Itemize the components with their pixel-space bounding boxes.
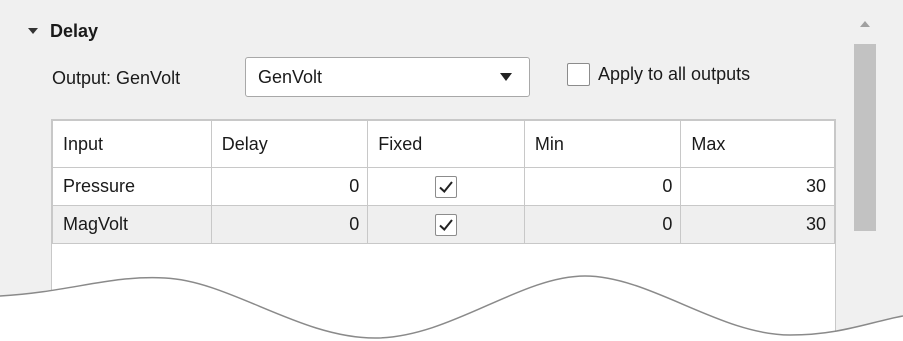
fixed-checkbox[interactable] [435, 175, 458, 198]
delay-panel: Delay Output: GenVolt GenVolt Apply to a… [0, 0, 903, 341]
max-cell[interactable]: 30 [680, 167, 835, 206]
checkmark-icon [439, 218, 453, 231]
column-header-delay[interactable]: Delay [210, 120, 369, 168]
output-label: Output: GenVolt [52, 67, 181, 88]
column-header-min[interactable]: Min [523, 120, 682, 168]
delay-section-header[interactable]: Delay [28, 19, 98, 43]
triangle-down-icon[interactable] [28, 28, 38, 34]
max-cell[interactable]: 30 [680, 205, 835, 244]
min-cell[interactable]: 0 [523, 205, 682, 244]
scroll-up-arrow-icon[interactable] [860, 21, 870, 27]
column-header-input[interactable]: Input [52, 120, 212, 168]
apply-to-all-label: Apply to all outputs [598, 64, 751, 84]
input-cell[interactable]: Pressure [52, 167, 212, 206]
apply-to-all-outputs-checkbox[interactable]: Apply to all outputs [567, 63, 750, 86]
scroll-thumb[interactable] [854, 44, 876, 231]
min-cell[interactable]: 0 [523, 167, 682, 206]
table-header-row: Input Delay Fixed Min Max [52, 120, 835, 168]
output-dropdown[interactable]: GenVolt [245, 57, 530, 97]
table-row: Pressure 0 0 30 [52, 167, 835, 206]
output-row: Output: GenVolt [52, 58, 180, 98]
fixed-cell[interactable] [367, 205, 525, 244]
checkbox-icon[interactable] [567, 63, 590, 86]
dropdown-arrow-icon [500, 73, 512, 81]
section-title: Delay [50, 20, 99, 41]
torn-edge-divider [0, 275, 903, 341]
fixed-checkbox[interactable] [435, 213, 458, 236]
delay-cell[interactable]: 0 [210, 167, 369, 206]
fixed-cell[interactable] [367, 167, 525, 206]
table-row: MagVolt 0 0 30 [52, 205, 835, 244]
input-cell[interactable]: MagVolt [52, 205, 212, 244]
checkmark-icon [439, 180, 453, 193]
dropdown-value: GenVolt [258, 66, 323, 87]
delay-cell[interactable]: 0 [210, 205, 369, 244]
column-header-max[interactable]: Max [680, 120, 835, 168]
column-header-fixed[interactable]: Fixed [367, 120, 525, 168]
